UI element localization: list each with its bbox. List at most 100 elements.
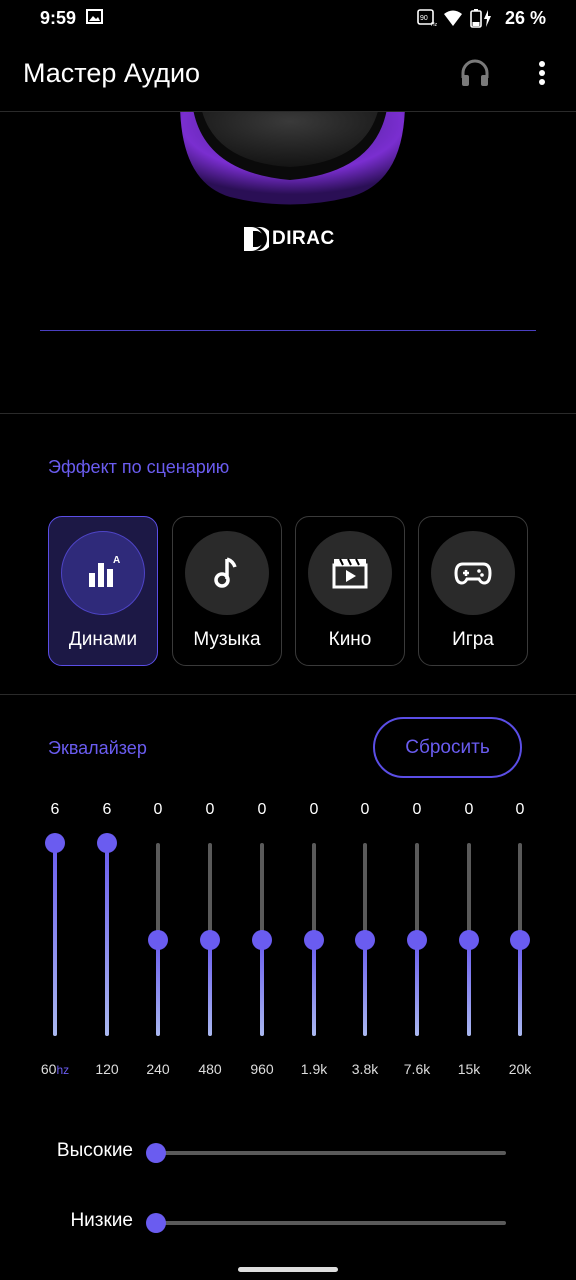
audio-knob-area: DIRAC (0, 112, 576, 414)
eq-unit-label: hz (56, 1063, 70, 1077)
eq-band-slider[interactable] (148, 843, 168, 1036)
eq-band-frequency: 960 (232, 1061, 292, 1077)
reset-button[interactable]: Сбросить (373, 717, 522, 778)
eq-band-value: 6 (102, 801, 112, 818)
dirac-logo-icon (244, 227, 269, 251)
eq-band-fill (518, 939, 522, 1036)
eq-band-slider[interactable] (510, 843, 530, 1036)
card-label: Динами (68, 629, 138, 650)
eq-band-value: 0 (153, 801, 163, 818)
gamepad-icon (454, 562, 492, 585)
battery-charging-icon (470, 9, 491, 28)
page-title: Мастер Аудио (23, 58, 201, 88)
treble-slider[interactable] (146, 1143, 506, 1163)
eq-band-thumb[interactable] (355, 929, 375, 950)
headphones-icon[interactable] (458, 56, 492, 90)
eq-band-thumb[interactable] (148, 929, 168, 950)
home-indicator[interactable] (238, 1267, 338, 1272)
eq-band-fill (156, 939, 160, 1036)
eq-band-slider[interactable] (45, 833, 65, 1036)
eq-band-slider[interactable] (252, 843, 272, 1036)
eq-band-slider[interactable] (459, 843, 479, 1036)
eq-band-thumb[interactable] (304, 929, 324, 950)
card-label: Игра (452, 629, 494, 650)
image-icon (86, 9, 103, 24)
status-icons: 90 Hz 26 % (417, 7, 546, 29)
treble-label: Высокие (56, 1140, 133, 1161)
eq-band-value: 0 (205, 801, 215, 818)
eq-band-value: 6 (50, 801, 60, 818)
eq-band-thumb[interactable] (459, 929, 479, 950)
card-icon-circle: A (61, 531, 145, 615)
eq-band-value: 0 (464, 801, 474, 818)
card-label: Кино (328, 629, 372, 650)
scenario-card-dynamic[interactable]: A Динами (48, 516, 158, 666)
movie-icon (332, 558, 368, 589)
status-time: 9:59 (40, 8, 77, 28)
card-icon-circle (185, 531, 269, 615)
treble-slider-row: Высокие (0, 1132, 576, 1172)
svg-text:Hz: Hz (431, 22, 437, 27)
scenario-card-movie[interactable]: Кино (295, 516, 405, 666)
hd-icon: 90 Hz (417, 9, 437, 27)
eq-band-frequency-text: 1.9k (300, 1061, 328, 1077)
eq-band-frequency-text: 120 (95, 1061, 119, 1077)
eq-band-fill (415, 939, 419, 1036)
eq-band-thumb[interactable] (200, 929, 220, 950)
eq-band-fill (363, 939, 367, 1036)
dirac-logo: DIRAC (243, 226, 335, 252)
bass-slider-thumb[interactable] (146, 1213, 166, 1233)
eq-band-frequency-text: 3.8k (351, 1061, 379, 1077)
eq-band-frequency: 480 (180, 1061, 240, 1077)
bass-label: Низкие (70, 1210, 133, 1231)
eq-band-slider[interactable] (407, 843, 427, 1036)
scenario-card-music[interactable]: Музыка (172, 516, 282, 666)
divider-line (40, 330, 536, 331)
svg-text:90: 90 (420, 15, 428, 22)
eq-band-frequency: 7.6k (387, 1061, 447, 1077)
eq-band-slider[interactable] (97, 833, 117, 1036)
dirac-brand-text: DIRAC (272, 228, 335, 249)
app-bar: Мастер Аудио (0, 36, 576, 112)
dynamic-bars-icon: A (89, 555, 120, 587)
treble-slider-thumb[interactable] (146, 1143, 166, 1163)
eq-band-value: 0 (412, 801, 422, 818)
eq-band-frequency: 3.8k (335, 1061, 395, 1077)
eq-band-slider[interactable] (355, 843, 375, 1036)
eq-band-frequency-text: 480 (198, 1061, 222, 1077)
card-icon-circle (431, 531, 515, 615)
eq-band-fill (467, 939, 471, 1036)
eq-band-thumb[interactable] (97, 833, 117, 853)
eq-band-fill (208, 939, 212, 1036)
eq-band-thumb[interactable] (45, 833, 65, 853)
eq-band-frequency-text: 15k (457, 1061, 481, 1077)
eq-band-fill (312, 939, 316, 1036)
card-label: Музыка (193, 629, 261, 650)
eq-band-thumb[interactable] (510, 929, 530, 950)
bass-slider-row: Низкие (0, 1202, 576, 1242)
scenario-section-label: Эффект по сценарию (48, 457, 230, 477)
eq-band-value: 0 (257, 801, 267, 818)
more-vert-icon[interactable] (530, 56, 554, 90)
eq-band-slider[interactable] (200, 843, 220, 1036)
audio-knob[interactable] (170, 112, 410, 212)
svg-text:A: A (113, 555, 120, 566)
scenario-card-game[interactable]: Игра (418, 516, 528, 666)
eq-band-slider[interactable] (304, 843, 324, 1036)
bass-slider[interactable] (146, 1213, 506, 1233)
eq-band-fill (105, 843, 109, 1036)
eq-band-frequency: 240 (128, 1061, 188, 1077)
eq-band-frequency-text: 960 (250, 1061, 274, 1077)
eq-band-frequency-text: 240 (146, 1061, 170, 1077)
eq-band-fill (53, 843, 57, 1036)
eq-band-frequency: 20k (490, 1061, 550, 1077)
eq-band-fill (260, 939, 264, 1036)
eq-band-frequency-text: 7.6k (403, 1061, 431, 1077)
eq-band-thumb[interactable] (252, 929, 272, 950)
eq-band-thumb[interactable] (407, 929, 427, 950)
eq-band-frequency: 60hz (25, 1061, 85, 1077)
equalizer-section: Эквалайзер Сбросить 6 60hz 6 120 0 240 0 480 0 96… (0, 695, 576, 1280)
eq-band-frequency-text: 60 (40, 1061, 57, 1077)
card-icon-circle (308, 531, 392, 615)
music-note-icon (214, 557, 237, 588)
